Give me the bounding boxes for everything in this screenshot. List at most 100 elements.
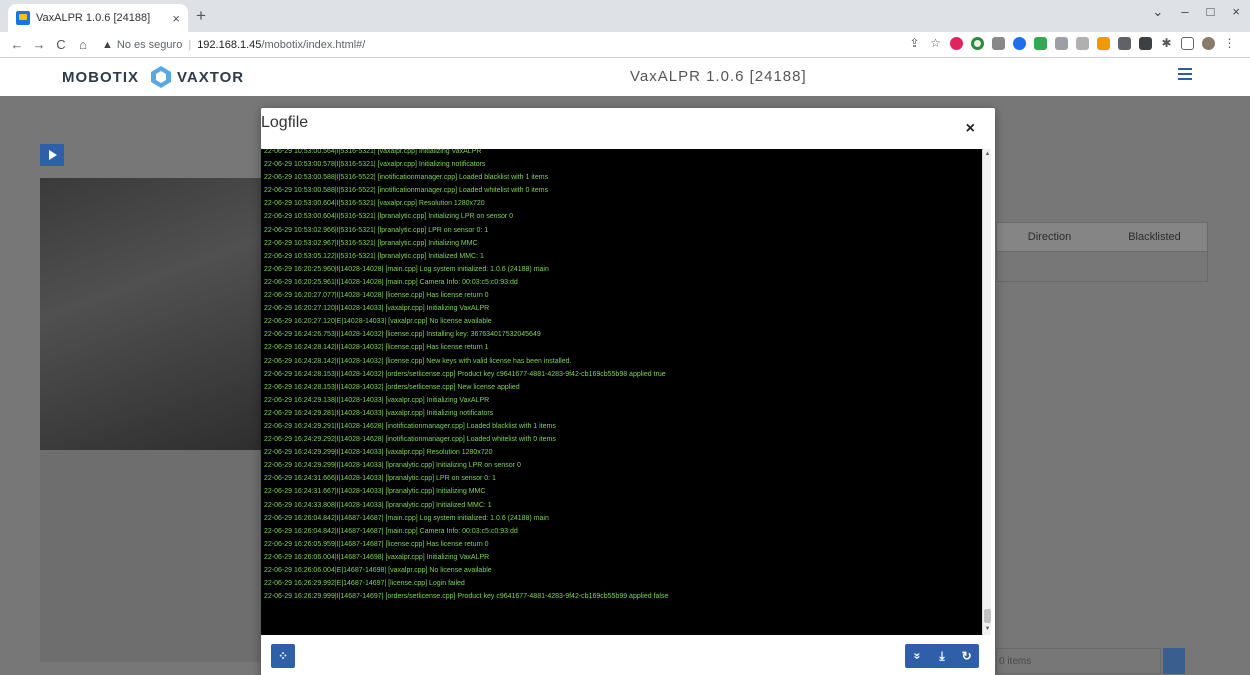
profile-avatar[interactable]: [1202, 36, 1215, 50]
background-table-body: [996, 252, 1208, 282]
log-line: 22-06-29 10:53:02.967|I|5316-5321| [lpra…: [264, 239, 478, 247]
expand-icon: ⁘: [277, 649, 289, 663]
column-blacklisted: Blacklisted: [1128, 231, 1181, 243]
extension-check-icon[interactable]: [1013, 36, 1026, 50]
extension-drive-icon[interactable]: [1034, 36, 1047, 50]
extension-b-icon[interactable]: [1139, 36, 1152, 50]
log-line: 22-06-29 16:20:27.077|I|14028-14028| [li…: [264, 292, 489, 300]
home-icon[interactable]: ⌂: [72, 37, 94, 52]
scroll-down-icon[interactable]: ▼: [984, 625, 991, 634]
hamburger-menu-icon[interactable]: [1178, 68, 1192, 80]
log-line: 22-06-29 16:24:28.142|I|14028-14032| [li…: [264, 357, 572, 365]
extension-photo-icon[interactable]: [1076, 36, 1089, 50]
log-line: 22-06-29 16:26:04.842|I|14687-14687| [ma…: [264, 514, 549, 522]
log-line: 22-06-29 10:53:00.588|I|5316-5522| [inot…: [264, 174, 549, 182]
sidepanel-icon[interactable]: [1181, 36, 1194, 50]
url-field[interactable]: ▲ No es seguro | 192.168.1.45 /mobotix/i…: [102, 34, 365, 56]
log-line: 22-06-29 16:24:28.153|I|14028-14032| [or…: [264, 370, 666, 378]
extensions-bar: ⇪ ☆ ✱ ⋮: [908, 36, 1236, 50]
minimize-icon[interactable]: –: [1181, 4, 1188, 20]
close-icon[interactable]: ×: [966, 120, 975, 138]
vaxtor-logo-icon: [151, 66, 171, 88]
tab-close-icon[interactable]: ×: [172, 11, 180, 26]
items-count: 0 items: [996, 648, 1161, 674]
log-line: 22-06-29 16:24:29.299|I|14028-14033| [va…: [264, 449, 493, 457]
log-line: 22-06-29 10:53:00.604|I|5316-5321| [vaxa…: [264, 200, 485, 208]
log-line: 22-06-29 16:26:29.992|E|14687-14697| [li…: [264, 580, 465, 588]
scroll-thumb[interactable]: [984, 609, 991, 623]
log-line: 22-06-29 10:53:02.966|I|5316-5321| [lpra…: [264, 226, 489, 234]
log-output[interactable]: 22-06-29 10:53:00.564|I|5316-5321| [vaxa…: [261, 149, 983, 635]
back-icon[interactable]: ←: [6, 37, 28, 52]
url-host: 192.168.1.45: [197, 38, 262, 51]
window-controls: ⌄ – □ ×: [1152, 4, 1240, 20]
extension-adblock-icon[interactable]: [950, 36, 963, 50]
extensions-puzzle-icon[interactable]: ✱: [1160, 36, 1173, 50]
download-icon: ⤓: [939, 648, 945, 663]
download-button[interactable]: ⤓: [930, 644, 955, 668]
mobotix-logo-text: MOBOTIX: [62, 68, 139, 86]
log-line: 22-06-29 16:24:28.142|I|14028-14032| [li…: [264, 344, 489, 352]
log-line: 22-06-29 16:24:31.667|I|14028-14033| [lp…: [264, 488, 486, 496]
log-line: 22-06-29 16:20:27.120|E|14028-14033| [va…: [264, 318, 492, 326]
scroll-to-bottom-button[interactable]: »: [905, 644, 930, 668]
bookmark-star-icon[interactable]: ☆: [929, 36, 942, 50]
log-line: 22-06-29 16:24:31.666|I|14028-14033| [lp…: [264, 475, 496, 483]
extension-monitor-icon[interactable]: [992, 36, 1005, 50]
play-button[interactable]: [40, 144, 64, 166]
log-line: 22-06-29 16:20:25.960|I|14028-14028| [ma…: [264, 265, 549, 273]
items-button: [1163, 648, 1185, 674]
extension-a-icon[interactable]: [1118, 36, 1131, 50]
browser-tab[interactable]: VaxALPR 1.0.6 [24188] ×: [8, 4, 188, 32]
extension-orange-icon[interactable]: [1097, 36, 1110, 50]
log-line: 22-06-29 10:53:00.604|I|5316-5321| [lpra…: [264, 213, 514, 221]
refresh-button[interactable]: ↻: [954, 644, 979, 668]
security-label: No es seguro: [116, 38, 183, 51]
vaxtor-logo-text: VAXTOR: [177, 68, 245, 86]
double-chevron-down-icon: »: [910, 652, 925, 660]
modal-title: Logfile: [261, 114, 309, 131]
log-scrollbar[interactable]: ▲ ▼: [982, 149, 991, 635]
log-line: 22-06-29 16:24:33.808|I|14028-14033| [lp…: [264, 501, 492, 509]
close-window-icon[interactable]: ×: [1232, 4, 1240, 20]
log-lines: 22-06-29 10:53:00.564|I|5316-5321| [vaxa…: [264, 149, 964, 603]
reload-icon[interactable]: C: [50, 37, 72, 52]
log-line: 22-06-29 16:26:06.004|E|14687-14698| [va…: [264, 567, 492, 574]
log-line: 22-06-29 10:53:05.122|I|5316-5321| [lpra…: [264, 252, 484, 260]
address-bar: ← → C ⌂ ▲ No es seguro | 192.168.1.45 /m…: [0, 32, 1250, 58]
expand-button[interactable]: ⁘: [271, 644, 295, 668]
log-line: 22-06-29 16:26:04.842|I|14687-14687| [ma…: [264, 527, 518, 535]
extension-cast-icon[interactable]: [1055, 36, 1068, 50]
modal-backdrop[interactable]: Direction Blacklisted 0 items Logfile × …: [0, 96, 1250, 675]
forward-icon[interactable]: →: [28, 37, 50, 52]
app-title: VaxALPR 1.0.6 [24188]: [630, 68, 807, 85]
maximize-icon[interactable]: □: [1207, 4, 1215, 20]
log-line: 22-06-29 16:24:29.138|I|14028-14033| [va…: [264, 396, 490, 404]
extension-circle-icon[interactable]: [971, 36, 984, 50]
new-tab-icon[interactable]: +: [196, 6, 206, 26]
camera-video: [40, 178, 262, 450]
log-actions: » ⤓ ↻: [905, 644, 979, 668]
log-line: 22-06-29 16:24:29.281|I|14028-14033| [va…: [264, 409, 494, 417]
log-line: 22-06-29 16:24:26.753|I|14028-14032| [li…: [264, 331, 541, 339]
browser-tabstrip: VaxALPR 1.0.6 [24188] × + ⌄ – □ ×: [0, 0, 1250, 32]
log-line: 22-06-29 16:24:28.153|I|14028-14032| [or…: [264, 383, 520, 391]
log-line: 22-06-29 16:24:29.292|I|14028-14628| [in…: [264, 436, 556, 444]
modal-footer: ⁘ » ⤓ ↻: [261, 635, 995, 675]
background-table-header: Direction Blacklisted: [996, 222, 1208, 252]
log-line: 22-06-29 10:53:00.588|I|5316-5522| [inot…: [264, 187, 549, 195]
app-favicon-icon: [16, 11, 30, 25]
tab-search-icon[interactable]: ⌄: [1152, 4, 1163, 20]
share-icon[interactable]: ⇪: [908, 36, 921, 50]
log-line: 22-06-29 16:26:06.004|I|14687-14698| [va…: [264, 553, 490, 561]
browser-menu-icon[interactable]: ⋮: [1223, 36, 1236, 50]
url-path: /mobotix/index.html#/: [261, 38, 366, 51]
warning-icon: ▲: [102, 38, 113, 51]
scroll-up-icon[interactable]: ▲: [984, 150, 991, 159]
log-line: 22-06-29 16:26:29.999|I|14687-14697| [or…: [264, 593, 669, 601]
log-line: 22-06-29 16:24:29.299|I|14028-14033| [lp…: [264, 462, 521, 470]
tab-title: VaxALPR 1.0.6 [24188]: [36, 12, 151, 24]
log-line: 22-06-29 16:24:29.291|I|14028-14628| [in…: [264, 422, 556, 430]
log-line: 22-06-29 10:53:00.578|I|5316-5321| [vaxa…: [264, 161, 486, 169]
log-line: 22-06-29 10:53:00.564|I|5316-5321| [vaxa…: [264, 149, 482, 155]
